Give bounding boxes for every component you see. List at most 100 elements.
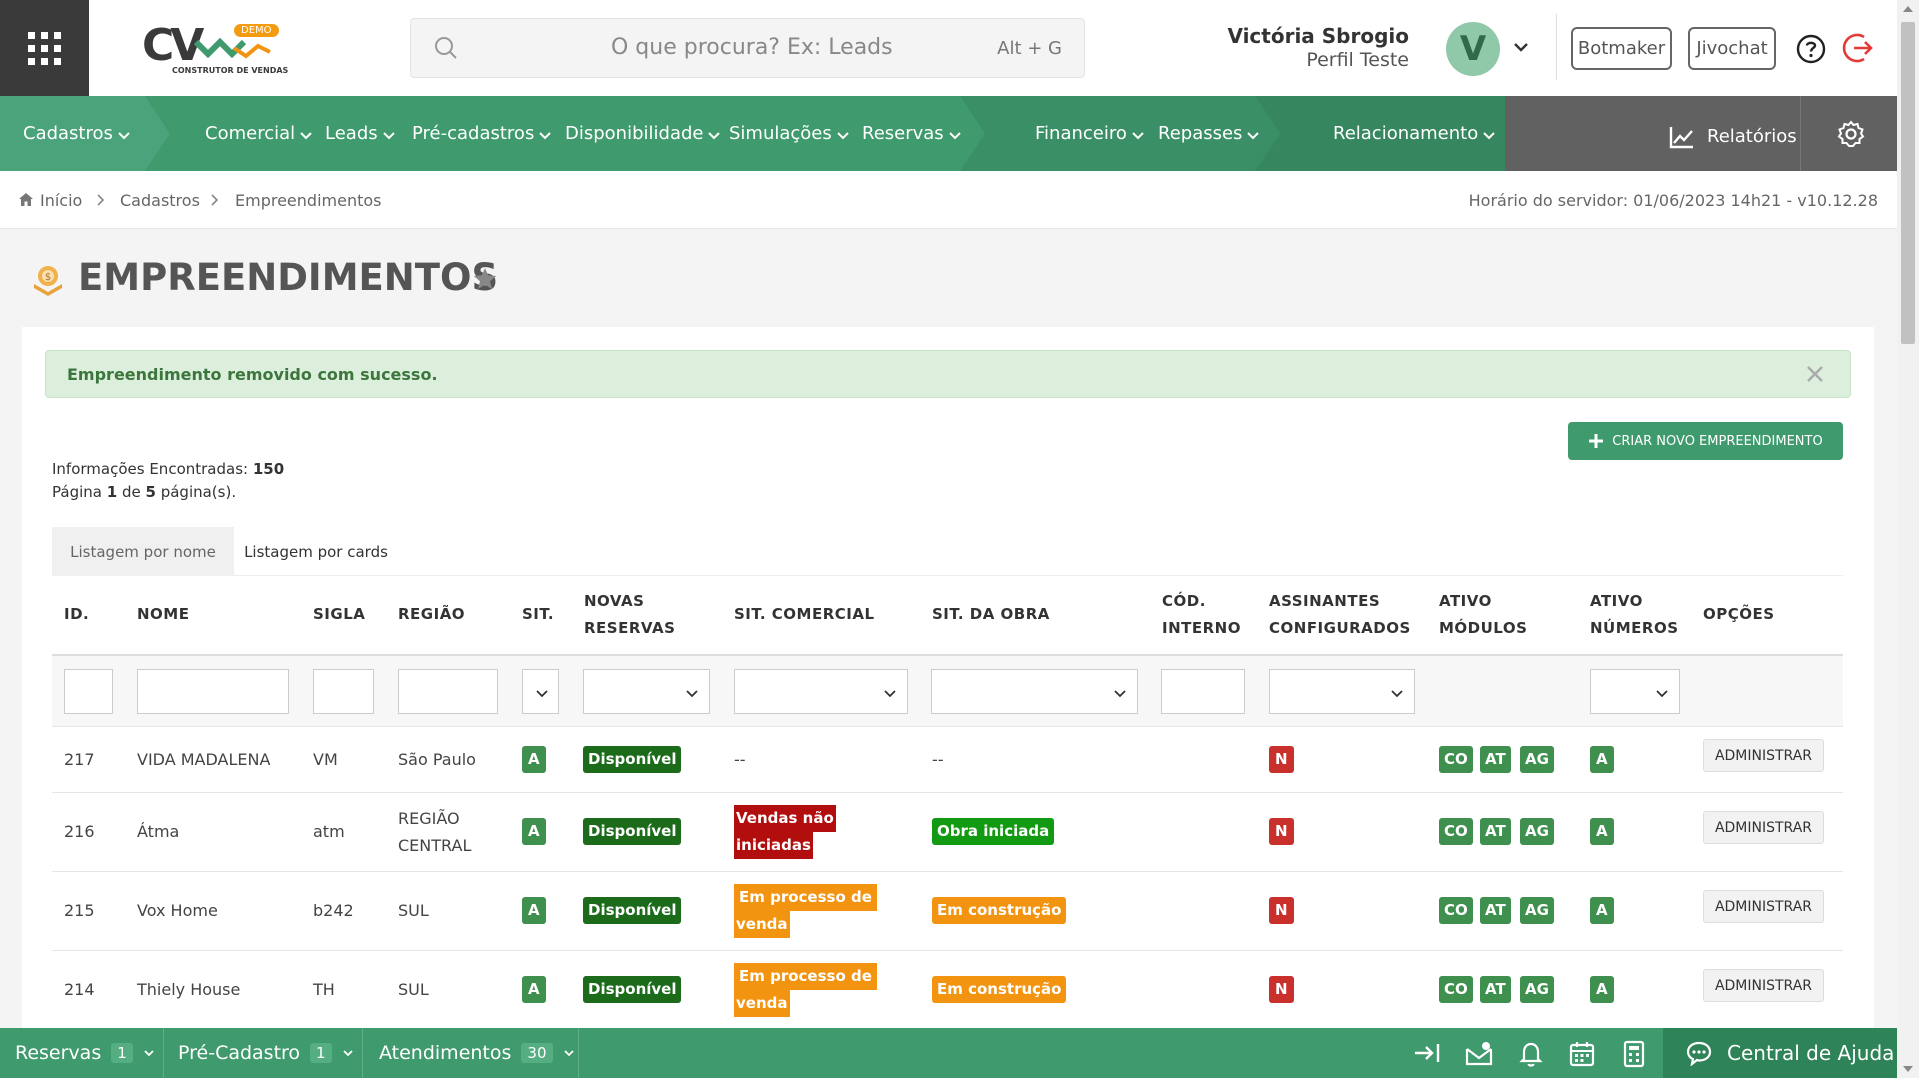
status-badge: Disponível bbox=[583, 818, 682, 845]
scroll-thumb[interactable] bbox=[1901, 22, 1915, 344]
chevron-down-icon bbox=[536, 690, 548, 698]
logout-icon[interactable] bbox=[1842, 31, 1876, 65]
chevron-down-icon bbox=[563, 1050, 574, 1057]
bell-icon[interactable] bbox=[1518, 1040, 1544, 1067]
jivochat-button[interactable]: Jivochat bbox=[1688, 27, 1776, 70]
nav-repasses[interactable]: Repasses bbox=[1158, 123, 1260, 144]
page-suffix: página(s). bbox=[160, 483, 237, 501]
svg-text:$: $ bbox=[45, 272, 51, 283]
col-header-nome[interactable]: NOME bbox=[137, 601, 189, 628]
filter-sit-obra-select[interactable] bbox=[931, 669, 1138, 714]
filter-novas-reservas-select[interactable] bbox=[583, 669, 710, 714]
page-scrollbar[interactable] bbox=[1897, 0, 1919, 1078]
filter-regiao-input[interactable] bbox=[398, 669, 498, 714]
create-empreendimento-button[interactable]: CRIAR NOVO EMPREENDIMENTO bbox=[1568, 422, 1843, 460]
chevron-down-icon bbox=[708, 131, 721, 139]
col-header-sit-comercial[interactable]: SIT. COMERCIAL bbox=[734, 601, 875, 628]
col-header-sit-obra[interactable]: SIT. DA OBRA bbox=[932, 601, 1050, 628]
star-icon[interactable] bbox=[472, 266, 498, 292]
nav-leads[interactable]: Leads bbox=[325, 123, 396, 144]
filter-nome-input[interactable] bbox=[137, 669, 289, 714]
avatar[interactable]: V bbox=[1446, 22, 1500, 76]
bottom-atendimentos[interactable]: Atendimentos 30 bbox=[379, 1028, 575, 1078]
help-center-button[interactable]: Central de Ajuda bbox=[1663, 1028, 1897, 1078]
nav-financeiro[interactable]: Financeiro bbox=[1035, 123, 1145, 144]
tab-listagem-cards[interactable]: Listagem por cards bbox=[234, 527, 398, 576]
filter-sit-comercial-select[interactable] bbox=[734, 669, 908, 714]
filter-id-input[interactable] bbox=[64, 669, 113, 714]
page-word: Página bbox=[52, 483, 102, 501]
cell-regiao: SUL bbox=[398, 901, 429, 920]
col-header-ativo-numeros[interactable]: ATIVO NÚMEROS bbox=[1590, 588, 1679, 642]
gear-icon[interactable] bbox=[1837, 120, 1865, 148]
nav-disponibilidade[interactable]: Disponibilidade bbox=[565, 123, 721, 144]
bottom-reservas[interactable]: Reservas 1 bbox=[15, 1028, 155, 1078]
nav-comercial[interactable]: Comercial bbox=[205, 123, 313, 144]
close-icon[interactable] bbox=[1802, 361, 1828, 387]
col-header-ativo-modulos[interactable]: ATIVO MÓDULOS bbox=[1439, 588, 1527, 642]
divider bbox=[163, 1028, 164, 1078]
count-badge: 1 bbox=[111, 1043, 133, 1063]
cell-nome: Átma bbox=[137, 822, 180, 841]
nav-relacionamento[interactable]: Relacionamento bbox=[1333, 123, 1496, 144]
scroll-up-arrow-icon[interactable] bbox=[1903, 6, 1913, 12]
filter-sit-select[interactable] bbox=[522, 669, 559, 714]
chevron-down-icon bbox=[539, 131, 552, 139]
status-badge: Vendas não bbox=[734, 805, 836, 832]
filter-sigla-input[interactable] bbox=[313, 669, 374, 714]
status-badge: Disponível bbox=[583, 746, 682, 773]
search-placeholder: O que procura? Ex: Leads bbox=[611, 35, 893, 60]
chevron-down-icon bbox=[1391, 690, 1403, 698]
global-search-input[interactable]: O que procura? Ex: Leads Alt + G bbox=[410, 18, 1085, 78]
nav-reservas[interactable]: Reservas bbox=[862, 123, 962, 144]
cell-sigla: b242 bbox=[313, 901, 354, 920]
status-badge: A bbox=[522, 746, 546, 773]
botmaker-button[interactable]: Botmaker bbox=[1571, 27, 1672, 70]
collapse-right-icon[interactable] bbox=[1413, 1040, 1441, 1066]
bottom-label: Pré-Cadastro bbox=[178, 1042, 301, 1064]
nav-relatorios[interactable]: Relatórios bbox=[1669, 123, 1797, 149]
breadcrumb-home[interactable]: Início bbox=[40, 191, 82, 210]
chevron-down-icon bbox=[686, 690, 698, 698]
administrar-button[interactable]: ADMINISTRAR bbox=[1703, 890, 1824, 923]
status-badge: iniciadas bbox=[734, 832, 813, 859]
mail-notification-icon[interactable] bbox=[1464, 1040, 1494, 1067]
nav-label: Relacionamento bbox=[1333, 123, 1479, 144]
chevron-down-icon[interactable] bbox=[1512, 38, 1530, 56]
calendar-icon[interactable] bbox=[1568, 1040, 1596, 1068]
nav-pre-cadastros[interactable]: Pré-cadastros bbox=[412, 123, 552, 144]
bottom-pre-cadastro[interactable]: Pré-Cadastro 1 bbox=[178, 1028, 354, 1078]
results-count-label: Informações Encontradas: bbox=[52, 460, 249, 478]
top-header: CV DEMO CONSTRUTOR DE VENDAS O que procu… bbox=[0, 0, 1897, 96]
scroll-down-arrow-icon[interactable] bbox=[1903, 1066, 1913, 1072]
user-profile[interactable]: Perfil Teste bbox=[1306, 49, 1409, 71]
help-icon[interactable] bbox=[1795, 33, 1827, 65]
calculator-icon[interactable] bbox=[1622, 1040, 1646, 1068]
header-line: ATIVO bbox=[1590, 592, 1643, 610]
apps-menu-button[interactable] bbox=[0, 0, 89, 96]
administrar-button[interactable]: ADMINISTRAR bbox=[1703, 969, 1824, 1002]
col-header-cod-interno[interactable]: CÓD. INTERNO bbox=[1162, 588, 1241, 642]
filter-ativo-numeros-select[interactable] bbox=[1590, 669, 1680, 714]
nav-cadastros[interactable]: Cadastros bbox=[23, 123, 131, 144]
filter-cod-interno-input[interactable] bbox=[1161, 669, 1245, 714]
user-name[interactable]: Victória Sbrogio bbox=[1227, 24, 1409, 48]
header-line: ATIVO bbox=[1439, 592, 1492, 610]
module-badge-ag: AG bbox=[1520, 818, 1554, 845]
col-header-novas-reservas[interactable]: NOVAS RESERVAS bbox=[584, 588, 675, 642]
breadcrumb-cadastros[interactable]: Cadastros bbox=[120, 191, 200, 210]
logo[interactable]: CV DEMO CONSTRUTOR DE VENDAS bbox=[140, 16, 288, 80]
col-header-sigla[interactable]: SIGLA bbox=[313, 601, 365, 628]
col-header-id[interactable]: ID. bbox=[64, 601, 89, 628]
filter-assinantes-select[interactable] bbox=[1269, 669, 1415, 714]
col-header-regiao[interactable]: REGIÃO bbox=[398, 601, 465, 628]
col-header-sit[interactable]: SIT. bbox=[522, 601, 554, 628]
status-badge: A bbox=[522, 818, 546, 845]
administrar-button[interactable]: ADMINISTRAR bbox=[1703, 739, 1824, 772]
col-header-assinantes[interactable]: ASSINANTES CONFIGURADOS bbox=[1269, 588, 1411, 642]
chat-bubble-icon bbox=[1686, 1041, 1712, 1066]
administrar-button[interactable]: ADMINISTRAR bbox=[1703, 811, 1824, 844]
nav-simulacoes[interactable]: Simulações bbox=[729, 123, 850, 144]
tab-listagem-nome[interactable]: Listagem por nome bbox=[52, 527, 234, 576]
home-icon[interactable] bbox=[18, 192, 34, 207]
